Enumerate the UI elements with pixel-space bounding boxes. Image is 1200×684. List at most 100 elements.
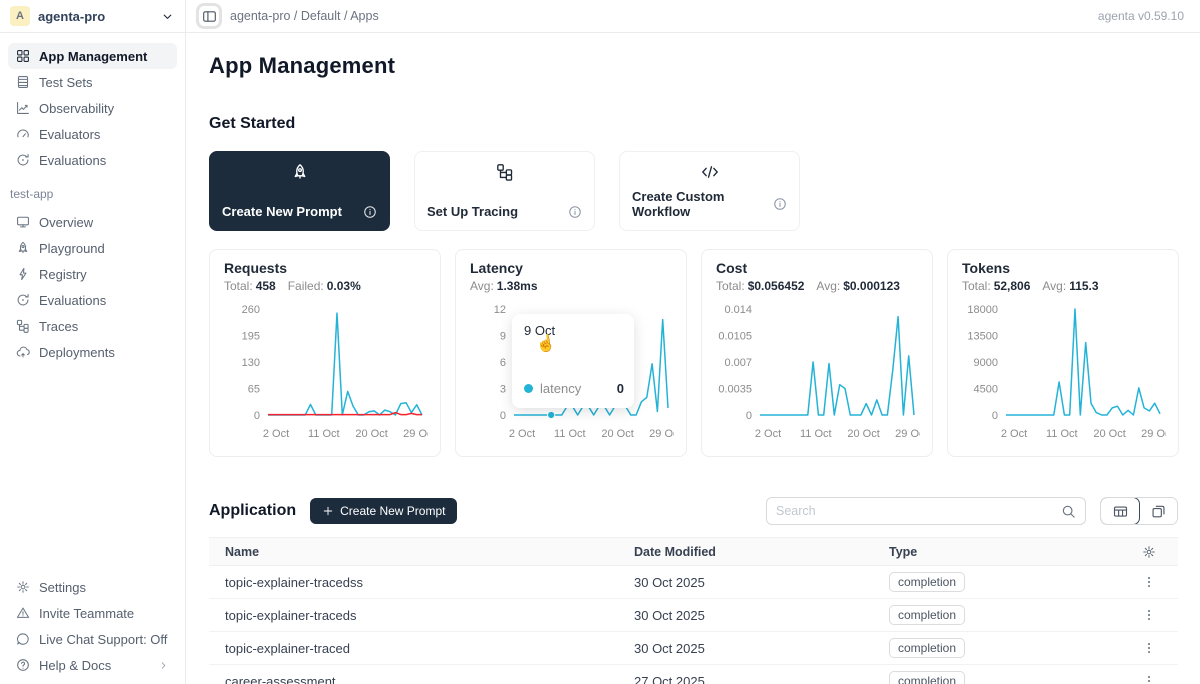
sidebar-app-item-evaluations[interactable]: Evaluations (8, 287, 177, 313)
sidebar-footer-item-settings[interactable]: Settings (8, 574, 177, 600)
cost-chart[interactable]: 00.00350.0070.01050.0142 Oct11 Oct20 Oct… (716, 295, 920, 447)
app-version: agenta v0.59.10 (1098, 9, 1184, 23)
create-new-prompt-card[interactable]: Create New Prompt (209, 151, 390, 231)
sidebar-footer-item-help-docs[interactable]: Help & Docs (8, 652, 177, 678)
sidebar-item-label: Settings (39, 580, 86, 595)
create-custom-workflow-card[interactable]: Create Custom Workflow (619, 151, 800, 231)
row-actions-cell (1119, 674, 1178, 684)
sidebar-item-test-sets[interactable]: Test Sets (8, 69, 177, 95)
date-modified-cell: 30 Oct 2025 (618, 608, 873, 623)
svg-text:29 Oct: 29 Oct (1141, 428, 1166, 440)
chart-stats: Total:52,806Avg:115.3 (962, 279, 1164, 293)
sidebar-toggle-button[interactable] (196, 3, 222, 29)
chart-stat: Avg:$0.000123 (816, 279, 900, 293)
help-icon (16, 658, 30, 672)
table-body: topic-explainer-tracedss 30 Oct 2025compl… (209, 566, 1178, 684)
card-label: Create Custom Workflow (632, 189, 773, 219)
sidebar-item-label: Playground (39, 241, 105, 256)
sidebar-item-evaluations[interactable]: Evaluations (8, 147, 177, 173)
table-row[interactable]: topic-explainer-traced30 Oct 2025complet… (209, 632, 1178, 665)
chart-stat: Avg:115.3 (1042, 279, 1098, 293)
svg-text:3: 3 (500, 384, 506, 396)
card-view-button[interactable] (1139, 498, 1177, 524)
table-row[interactable]: topic-explainer-traceds30 Oct 2025comple… (209, 599, 1178, 632)
app-name-cell: topic-explainer-traceds (209, 608, 618, 623)
row-actions-cell (1119, 608, 1178, 622)
breadcrumb[interactable]: agenta-pro / Default / Apps (230, 9, 379, 23)
svg-text:0.0035: 0.0035 (718, 384, 752, 396)
sidebar-item-label: Help & Docs (39, 658, 111, 673)
row-actions-cell (1119, 641, 1178, 655)
sidebar-footer-item-invite-teammate[interactable]: Invite Teammate (8, 600, 177, 626)
chart-title: Latency (470, 260, 672, 276)
sidebar-app-item-playground[interactable]: Playground (8, 235, 177, 261)
type-cell: completion (873, 638, 1119, 658)
svg-text:4500: 4500 (974, 384, 998, 396)
sidebar-item-app-management[interactable]: App Management (8, 43, 177, 69)
grid-icon (16, 49, 30, 63)
table-row[interactable]: career-assessment27 Oct 2025completion (209, 665, 1178, 684)
table-settings-button[interactable] (1142, 545, 1156, 559)
svg-text:20 Oct: 20 Oct (847, 428, 879, 440)
sidebar-footer-item-live-chat-support-off[interactable]: Live Chat Support: Off (8, 626, 177, 652)
row-menu-button[interactable] (1142, 575, 1156, 589)
sidebar-app-item-deployments[interactable]: Deployments (8, 339, 177, 365)
sidebar-item-label: Evaluations (39, 153, 106, 168)
chart-stat: Avg:1.38ms (470, 279, 538, 293)
sidebar-app-item-registry[interactable]: Registry (8, 261, 177, 287)
row-menu-button[interactable] (1142, 674, 1156, 684)
get-started-cards: Create New Prompt Set Up Tracing Create Cu… (209, 151, 1178, 231)
tokens-chart[interactable]: 04500900013500180002 Oct11 Oct20 Oct29 O… (962, 295, 1166, 447)
svg-text:0.014: 0.014 (724, 304, 752, 316)
row-menu-button[interactable] (1142, 641, 1156, 655)
chart-stat: Total:458 (224, 279, 276, 293)
sidebar-item-label: Registry (39, 267, 87, 282)
tooltip-row: latency0 (524, 381, 624, 396)
sidebar-app-item-traces[interactable]: Traces (8, 313, 177, 339)
chart-stats: Avg:1.38ms (470, 279, 672, 293)
app-name-cell: topic-explainer-tracedss (209, 575, 618, 590)
sidebar-item-observability[interactable]: Observability (8, 95, 177, 121)
table-view-button[interactable] (1100, 497, 1140, 525)
view-toggle (1100, 497, 1178, 525)
table-settings-cell (1119, 545, 1178, 559)
trace-icon (427, 163, 582, 181)
tooltip-value: 0 (617, 381, 624, 396)
svg-text:11 Oct: 11 Oct (554, 428, 586, 440)
application-header: Application Create New Prompt (209, 497, 1178, 525)
lightning-icon (16, 267, 30, 281)
sidebar-item-evaluators[interactable]: Evaluators (8, 121, 177, 147)
workspace-selector[interactable]: A agenta-pro (0, 0, 185, 33)
create-new-prompt-label: Create New Prompt (340, 504, 445, 518)
search-icon[interactable] (1061, 504, 1076, 519)
set-up-tracing-card[interactable]: Set Up Tracing (414, 151, 595, 231)
row-menu-button[interactable] (1142, 608, 1156, 622)
sidebar-app-item-overview[interactable]: Overview (8, 209, 177, 235)
gear-icon (16, 580, 30, 594)
column-header-name: Name (209, 545, 618, 559)
card-label: Create New Prompt (222, 204, 342, 219)
info-icon[interactable] (363, 205, 377, 219)
row-actions-cell (1119, 575, 1178, 589)
search-input[interactable] (776, 504, 1055, 518)
sidebar-item-label: Traces (39, 319, 78, 334)
latency-chart-card: LatencyAvg:1.38ms0369122 Oct11 Oct20 Oct… (455, 249, 687, 457)
svg-text:260: 260 (242, 304, 260, 316)
svg-text:20 Oct: 20 Oct (1093, 428, 1125, 440)
svg-text:11 Oct: 11 Oct (800, 428, 832, 440)
date-modified-cell: 30 Oct 2025 (618, 641, 873, 656)
requests-chart[interactable]: 0651301952602 Oct11 Oct20 Oct29 Oct (224, 295, 428, 447)
application-title: Application (209, 502, 296, 520)
chart-title: Cost (716, 260, 918, 276)
sidebar-item-label: Overview (39, 215, 93, 230)
info-icon[interactable] (773, 197, 787, 211)
chart-title: Requests (224, 260, 426, 276)
app-root: A agenta-pro App Management Test SetsObse… (0, 0, 1200, 684)
dots-vertical-icon (1142, 674, 1156, 684)
sidebar-item-label: Deployments (39, 345, 115, 360)
info-icon[interactable] (568, 205, 582, 219)
sidebar-app-nav: Overview Playground Registry Evaluations Tra… (0, 209, 185, 365)
table-row[interactable]: topic-explainer-tracedss30 Oct 2025compl… (209, 566, 1178, 599)
sidebar-item-label: App Management (39, 49, 147, 64)
create-new-prompt-button[interactable]: Create New Prompt (310, 498, 457, 524)
